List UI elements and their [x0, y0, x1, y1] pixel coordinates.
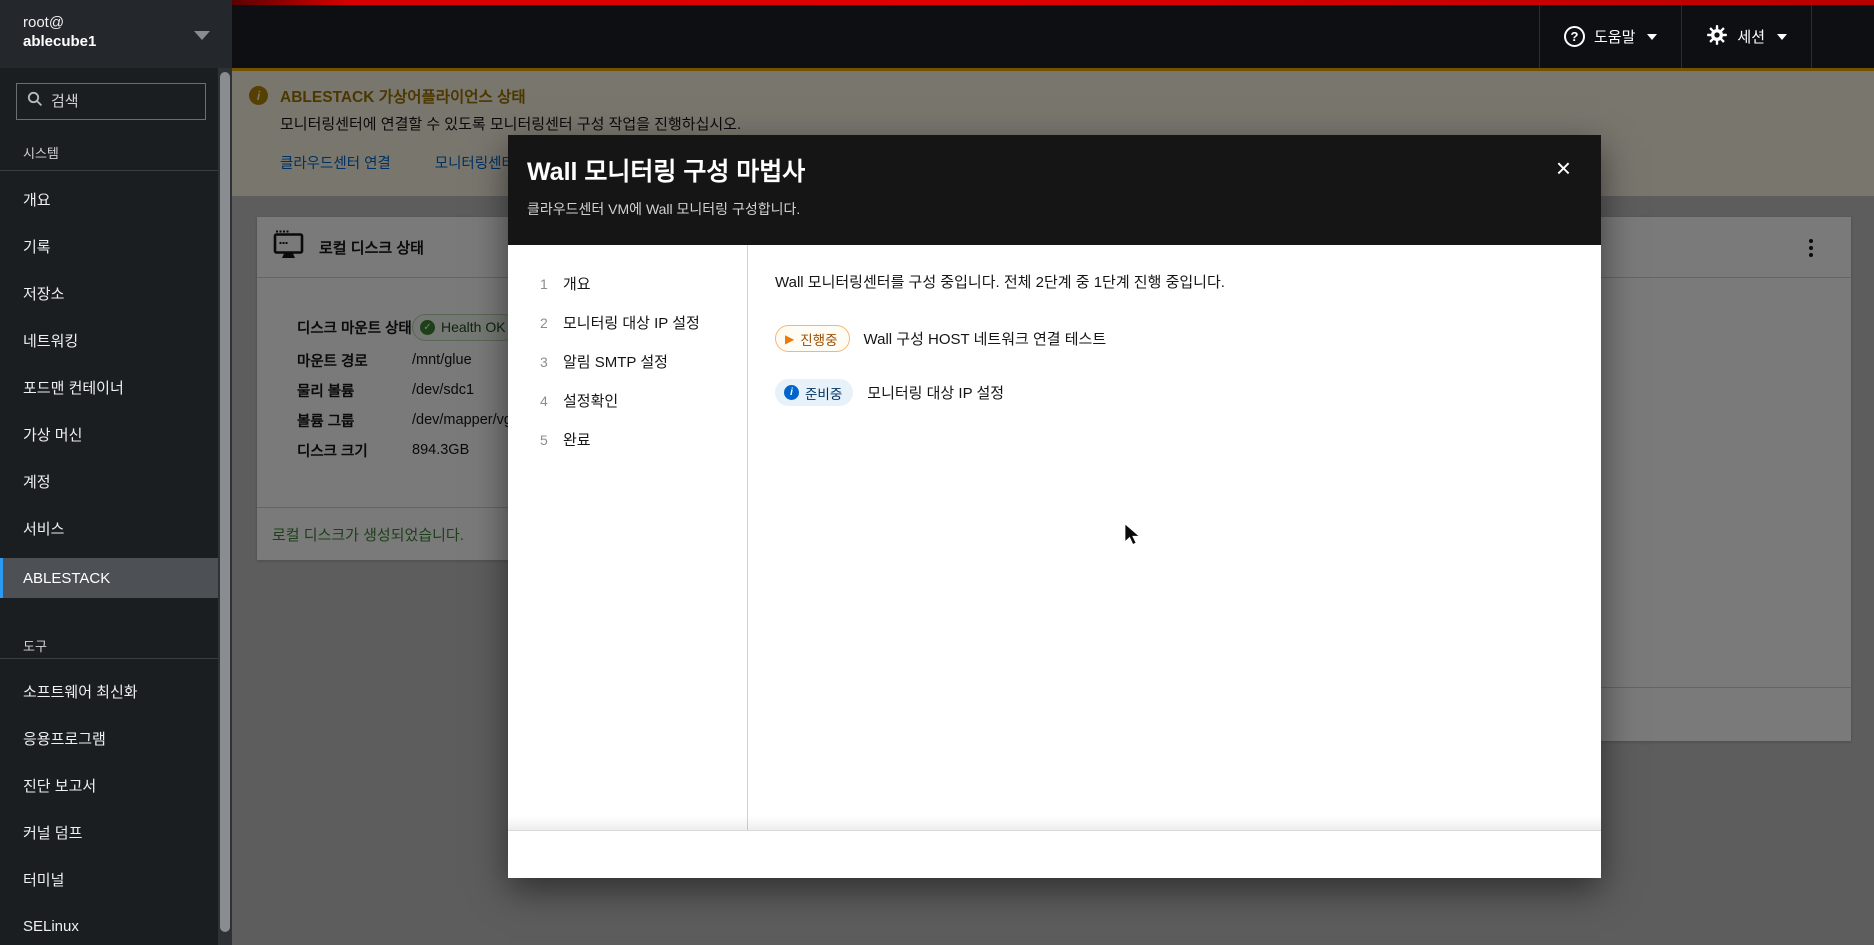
- chevron-down-icon: [194, 31, 210, 40]
- sidebar-item-podman[interactable]: 포드맨 컨테이너: [0, 364, 218, 411]
- sidebar-item-services[interactable]: 서비스: [0, 505, 218, 552]
- nav-group-system: 개요 기록 저장소 네트워킹 포드맨 컨테이너 가상 머신 계정 서비스 ABL…: [0, 171, 218, 598]
- nav-section-tools: 도구: [23, 638, 47, 654]
- question-circle-icon: ?: [1563, 26, 1585, 47]
- sidebar-item-applications[interactable]: 응용프로그램: [0, 715, 218, 762]
- modal-footer: [508, 830, 1601, 878]
- wall-monitoring-wizard-modal: Wall 모니터링 구성 마법사 클라우드센터 VM에 Wall 모니터링 구성…: [508, 135, 1601, 878]
- step-label: 알림 SMTP 설정: [563, 354, 668, 371]
- sidebar-item-virtual-machines[interactable]: 가상 머신: [0, 411, 218, 458]
- masthead-actions: ? 도움말 세션: [1538, 5, 1812, 68]
- sidebar-item-accounts[interactable]: 계정: [0, 458, 218, 505]
- wizard-step-confirm[interactable]: 4 설정확인: [508, 381, 747, 420]
- modal-subtitle: 클라우드센터 VM에 Wall 모니터링 구성합니다.: [527, 201, 801, 217]
- mouse-cursor: [1123, 521, 1143, 551]
- search-input[interactable]: [51, 93, 171, 110]
- sidebar-item-diagnostic-reports[interactable]: 진단 보고서: [0, 762, 218, 809]
- masthead: ? 도움말 세션: [232, 0, 1874, 68]
- session-label: 세션: [1737, 29, 1765, 46]
- host-switcher[interactable]: root@ ablecube1: [0, 0, 232, 68]
- step-label: 완료: [563, 432, 591, 449]
- play-icon: ▶: [785, 331, 795, 346]
- brand-user: root@: [23, 14, 65, 31]
- sidebar-item-networking[interactable]: 네트워킹: [0, 317, 218, 364]
- status-badge-pending: i 준비중: [775, 379, 854, 406]
- step-number: 4: [540, 392, 548, 409]
- step-number: 3: [540, 353, 548, 370]
- session-menu-button[interactable]: 세션: [1681, 5, 1812, 68]
- help-label: 도움말: [1593, 29, 1636, 46]
- sidebar-item-kernel-dump[interactable]: 커널 덤프: [0, 809, 218, 856]
- step-label: 모니터링 대상 IP 설정: [563, 315, 700, 332]
- sidebar-nav: 시스템 개요 기록 저장소 네트워킹 포드맨 컨테이너 가상 머신 계정 서비스…: [0, 134, 218, 945]
- sidebar-item-logs[interactable]: 기록: [0, 223, 218, 270]
- sidebar-item-overview[interactable]: 개요: [0, 176, 218, 223]
- nav-section-system: 시스템: [23, 145, 59, 161]
- step-number: 1: [540, 275, 548, 292]
- sidebar-scrollbar-track[interactable]: [218, 68, 232, 945]
- modal-title: Wall 모니터링 구성 마법사: [527, 158, 806, 186]
- nav-group-tools: 소프트웨어 최신화 응용프로그램 진단 보고서 커널 덤프 터미널 SELinu…: [0, 659, 218, 945]
- step-label: 설정확인: [563, 393, 619, 410]
- sidebar-search[interactable]: [16, 83, 206, 120]
- gear-icon: [1706, 24, 1728, 50]
- sidebar-item-terminal[interactable]: 터미널: [0, 856, 218, 903]
- search-icon: [27, 91, 43, 112]
- status-badge-label: 진행중: [800, 332, 838, 348]
- sidebar-item-storage[interactable]: 저장소: [0, 270, 218, 317]
- sidebar: root@ ablecube1 시스템 개요 기록 저장소 네트워킹 포드맨 컨…: [0, 0, 232, 945]
- sidebar-item-selinux[interactable]: SELinux: [0, 903, 218, 945]
- step-number: 2: [540, 314, 548, 331]
- chevron-down-icon: [1777, 33, 1787, 40]
- help-menu-button[interactable]: ? 도움말: [1538, 5, 1681, 68]
- step-number: 5: [540, 431, 548, 448]
- modal-body: 1 개요 2 모니터링 대상 IP 설정 3 알림 SMTP 설정 4 설정확인…: [508, 245, 1601, 830]
- scroll-shadow: [508, 816, 1601, 830]
- task-row-network-test: ▶ 진행중 Wall 구성 HOST 네트워크 연결 테스트: [775, 325, 1571, 352]
- status-badge-running: ▶ 진행중: [775, 325, 850, 352]
- task-label: 모니터링 대상 IP 설정: [867, 385, 1005, 402]
- wizard-content: Wall 모니터링센터를 구성 중입니다. 전체 2단계 중 1단계 진행 중입…: [748, 245, 1601, 830]
- task-label: Wall 구성 HOST 네트워크 연결 테스트: [863, 331, 1107, 348]
- wizard-step-done[interactable]: 5 완료: [508, 420, 747, 459]
- info-circle-icon: i: [784, 385, 799, 400]
- sidebar-item-software-updates[interactable]: 소프트웨어 최신화: [0, 668, 218, 715]
- sidebar-scrollbar-thumb[interactable]: [220, 72, 230, 932]
- task-row-target-ip: i 준비중 모니터링 대상 IP 설정: [775, 379, 1571, 406]
- status-badge-label: 준비중: [805, 386, 843, 402]
- modal-header: Wall 모니터링 구성 마법사 클라우드센터 VM에 Wall 모니터링 구성…: [508, 135, 1601, 245]
- wizard-step-target-ip[interactable]: 2 모니터링 대상 IP 설정: [508, 303, 747, 342]
- wizard-step-smtp[interactable]: 3 알림 SMTP 설정: [508, 342, 747, 381]
- wizard-step-nav: 1 개요 2 모니터링 대상 IP 설정 3 알림 SMTP 설정 4 설정확인…: [508, 245, 748, 830]
- wizard-step-overview[interactable]: 1 개요: [508, 264, 747, 303]
- ablestack-cockpit-screen: root@ ablecube1 시스템 개요 기록 저장소 네트워킹 포드맨 컨…: [0, 0, 1874, 945]
- close-icon[interactable]: ×: [1556, 155, 1571, 181]
- wizard-progress-text: Wall 모니터링센터를 구성 중입니다. 전체 2단계 중 1단계 진행 중입…: [775, 274, 1225, 291]
- step-label: 개요: [563, 276, 591, 293]
- chevron-down-icon: [1647, 33, 1658, 40]
- sidebar-item-ablestack[interactable]: ABLESTACK: [0, 558, 218, 598]
